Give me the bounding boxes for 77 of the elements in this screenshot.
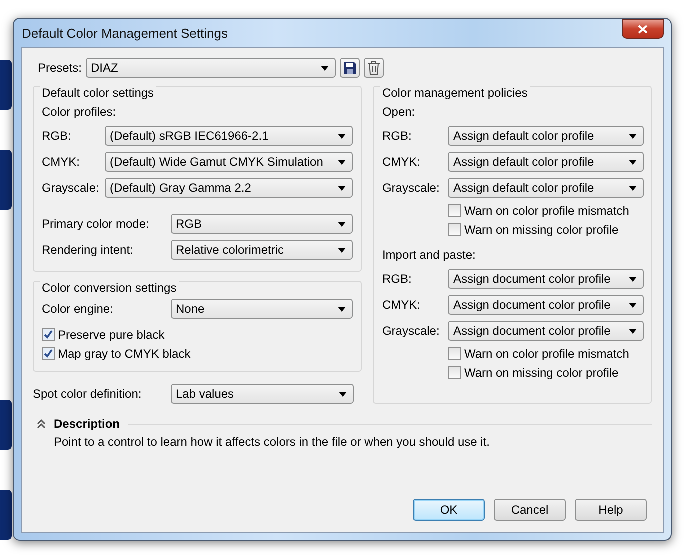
checkbox-label: Preserve pure black xyxy=(58,328,165,342)
caret-icon xyxy=(629,186,637,190)
checkbox-label: Map gray to CMYK black xyxy=(58,346,191,360)
checkbox-label: Warn on missing color profile xyxy=(464,222,619,236)
checkbox[interactable] xyxy=(448,223,462,236)
dropdown[interactable]: Assign default color profile xyxy=(448,126,644,146)
field-label: Grayscale: xyxy=(382,324,441,338)
field-label: CMYK: xyxy=(382,298,422,312)
section-label: Open: xyxy=(382,105,416,119)
group-title: Default color settings xyxy=(40,86,156,100)
checkbox-label: Warn on color profile mismatch xyxy=(464,204,630,218)
caret-icon xyxy=(629,134,637,138)
section-title: Description xyxy=(54,417,120,431)
dropdown[interactable]: Assign document color profile xyxy=(448,269,644,289)
caret-icon xyxy=(321,66,330,70)
dropdown[interactable]: (Default) sRGB IEC61966-2.1 xyxy=(105,126,354,146)
field-label: Rendering intent: xyxy=(42,243,134,257)
dialog-button[interactable]: Help xyxy=(575,499,647,521)
dropdown[interactable]: (Default) Wide Gamut CMYK Simulation xyxy=(105,152,354,172)
presets-dropdown[interactable]: DIAZ xyxy=(86,58,336,78)
caret-icon xyxy=(338,186,346,190)
backdrop-shape xyxy=(0,490,12,540)
caret-icon xyxy=(338,306,346,312)
backdrop-shape xyxy=(0,150,12,210)
dialog-button[interactable]: OK xyxy=(413,499,485,521)
close-button[interactable] xyxy=(622,19,664,39)
description-text: Point to a control to learn how it affects colors in the file or when you should use it. xyxy=(54,435,492,449)
caret-icon xyxy=(338,134,346,138)
caret-icon xyxy=(629,328,637,334)
dropdown[interactable]: Assign document color profile xyxy=(448,295,644,315)
checkbox[interactable] xyxy=(42,328,55,341)
field-label: RGB: xyxy=(42,129,72,143)
section-label: Import and paste: xyxy=(382,248,476,262)
checkbox[interactable] xyxy=(448,366,462,379)
dropdown[interactable]: RGB xyxy=(171,214,354,234)
presets-label: Presets: xyxy=(38,61,82,75)
checkbox[interactable] xyxy=(42,347,55,360)
caret-icon xyxy=(339,392,348,396)
field-label: RGB: xyxy=(382,272,413,286)
dropdown[interactable]: Lab values xyxy=(171,384,354,404)
field-label: CMYK: xyxy=(42,155,82,169)
group-title: Color conversion settings xyxy=(40,281,179,295)
close-icon xyxy=(638,24,648,34)
caret-icon xyxy=(338,222,346,226)
section-label: Color profiles: xyxy=(42,105,116,119)
caret-icon xyxy=(629,302,637,308)
dropdown[interactable]: None xyxy=(171,299,354,319)
delete-button[interactable] xyxy=(364,58,384,78)
checkbox-label: Warn on color profile mismatch xyxy=(464,346,630,360)
field-label: Primary color mode: xyxy=(42,217,150,231)
trash-icon xyxy=(368,61,380,75)
checkbox-label: Warn on missing color profile xyxy=(464,366,619,380)
dropdown[interactable]: Relative colorimetric xyxy=(171,240,354,260)
checkbox[interactable] xyxy=(448,204,462,217)
caret-icon xyxy=(629,160,637,164)
window-title: Default Color Management Settings xyxy=(21,26,228,40)
caret-icon xyxy=(338,160,346,164)
save-icon xyxy=(344,62,356,74)
field-label: Spot color definition: xyxy=(33,387,143,401)
backdrop-shape xyxy=(0,400,12,450)
chevron-up-icon[interactable] xyxy=(37,419,46,429)
dropdown[interactable]: Assign default color profile xyxy=(448,152,644,172)
field-label: CMYK: xyxy=(382,155,422,169)
caret-icon xyxy=(338,248,346,252)
save-button[interactable] xyxy=(340,58,360,78)
field-label: RGB: xyxy=(382,129,413,143)
dropdown[interactable]: Assign default color profile xyxy=(448,178,644,198)
caret-icon xyxy=(629,276,637,282)
field-label: Color engine: xyxy=(42,302,114,316)
field-label: Grayscale: xyxy=(382,181,441,195)
group-title: Color management policies xyxy=(380,86,530,100)
dropdown[interactable]: (Default) Gray Gamma 2.2 xyxy=(105,178,354,198)
field-label: Grayscale: xyxy=(42,181,100,195)
dropdown[interactable]: Assign document color profile xyxy=(448,321,644,341)
backdrop-shape xyxy=(0,60,12,110)
checkbox[interactable] xyxy=(448,347,462,360)
dialog-button[interactable]: Cancel xyxy=(494,499,566,521)
